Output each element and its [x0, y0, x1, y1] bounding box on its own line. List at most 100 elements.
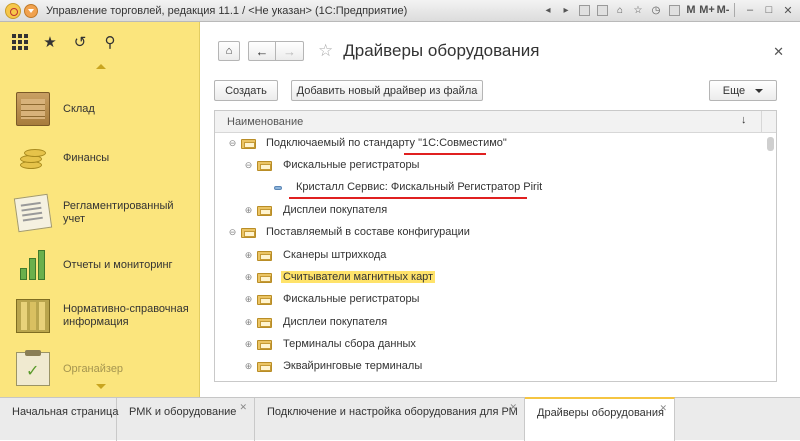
forward-arrow-icon[interactable]: ▸ — [558, 2, 574, 18]
expand-icon[interactable]: ⊕ — [244, 318, 253, 327]
expand-icon[interactable]: ⊕ — [244, 273, 253, 282]
tree-row[interactable]: ⊖ Поставляемый в составе конфигурации — [215, 222, 763, 244]
main-menu-button[interactable] — [24, 3, 38, 18]
title-bar: Управление торговлей, редакция 11.1 / <Н… — [0, 0, 800, 22]
close-tab-icon[interactable]: ✕ — [239, 402, 247, 413]
tab-home-page[interactable]: Начальная страница — [0, 398, 119, 441]
sidebar-item-warehouse[interactable]: Склад — [0, 87, 200, 131]
minimize-icon[interactable]: – — [742, 2, 758, 18]
expand-icon[interactable]: ⊕ — [244, 362, 253, 371]
sidebar-item-reference-info[interactable]: Нормативно-справочная информация — [0, 294, 200, 338]
close-form-icon[interactable]: ✕ — [773, 44, 784, 60]
folder-icon — [257, 161, 272, 171]
command-bar: Создать Добавить новый драйвер из файла … — [214, 80, 777, 102]
tab-label: Начальная страница — [12, 406, 119, 418]
row-label: Сканеры штрихкода — [283, 249, 387, 261]
sort-desc-icon[interactable]: ↓ — [741, 114, 747, 126]
tree-row[interactable]: ⊖ Фискальные регистраторы — [215, 155, 763, 177]
chart-icon — [16, 248, 50, 282]
row-label: Подключаемый по стандарту "1С:Совместимо… — [266, 137, 507, 149]
maximize-icon[interactable]: □ — [761, 2, 777, 18]
row-label: Эквайринговые терминалы — [283, 360, 423, 372]
collapse-icon[interactable]: ⊖ — [244, 161, 253, 170]
tree-row[interactable]: ⊕ Считыватели магнитных карт — [215, 267, 763, 289]
create-button[interactable]: Создать — [214, 80, 278, 101]
folder-icon — [257, 295, 272, 305]
apps-grid-icon[interactable] — [10, 32, 30, 52]
expand-icon[interactable]: ⊕ — [244, 340, 253, 349]
sidebar-item-label: Финансы — [63, 151, 110, 164]
tab-pos-equipment[interactable]: РМК и оборудование ✕ — [117, 398, 255, 441]
close-tab-icon[interactable]: ✕ — [509, 402, 517, 413]
collapse-icon[interactable]: ⊖ — [228, 139, 237, 148]
expand-icon[interactable]: ⊕ — [244, 295, 253, 304]
binders-icon — [16, 299, 50, 333]
row-label: Кристалл Сервис: Фискальный Регистратор … — [296, 181, 543, 193]
home-icon[interactable]: ⌂ — [612, 2, 628, 18]
sidebar-item-finance[interactable]: Финансы — [0, 136, 200, 180]
sidebar-toolbar: ★ ↺ ⚲ — [0, 22, 199, 62]
folder-icon — [257, 362, 272, 372]
sidebar-item-label: Органайзер — [63, 362, 124, 375]
scrollbar-thumb[interactable] — [767, 137, 774, 151]
history-icon[interactable]: ↺ — [70, 32, 90, 52]
tree-row[interactable]: Кристалл Сервис: Фискальный Регистратор … — [215, 177, 763, 199]
app-logo-icon[interactable] — [5, 2, 21, 19]
scroll-down-icon[interactable] — [96, 384, 106, 389]
back-arrow-icon[interactable]: ◂ — [540, 2, 556, 18]
add-driver-from-file-button[interactable]: Добавить новый драйвер из файла — [291, 80, 483, 101]
history-icon[interactable]: ◷ — [648, 2, 664, 18]
calculator-icon[interactable] — [666, 2, 682, 18]
sidebar-item-reports[interactable]: Отчеты и мониторинг — [0, 243, 200, 287]
warehouse-icon — [16, 92, 50, 126]
print-icon[interactable] — [576, 2, 592, 18]
tree-row[interactable]: ⊕ Сканеры штрихкода — [215, 245, 763, 267]
folder-icon — [257, 340, 272, 350]
more-button[interactable]: Еще — [709, 80, 777, 101]
sidebar-item-regulated-accounting[interactable]: Регламентированный учет — [0, 191, 200, 235]
tree-row[interactable]: ⊕ Эквайринговые терминалы — [215, 356, 763, 378]
expand-icon[interactable]: ⊕ — [244, 251, 253, 260]
tree-row[interactable]: ⊕ Фискальные регистраторы — [215, 289, 763, 311]
memory-button[interactable]: M — [684, 2, 698, 18]
annotation-underline — [289, 197, 527, 199]
copy-icon[interactable] — [594, 2, 610, 18]
table-header: Наименование ↓ — [215, 111, 776, 133]
row-label: Считыватели магнитных карт — [281, 271, 436, 283]
close-tab-icon[interactable]: ✕ — [659, 403, 667, 414]
main-panel: ⌂ ← → ☆ Драйверы оборудования ✕ Создать … — [201, 22, 800, 397]
collapse-icon[interactable]: ⊖ — [228, 228, 237, 237]
home-button[interactable]: ⌂ — [218, 41, 240, 61]
favorites-icon[interactable]: ☆ — [630, 2, 646, 18]
sections-panel: ★ ↺ ⚲ Склад Финансы Регламентированный у… — [0, 22, 200, 397]
forward-button[interactable]: → — [276, 41, 304, 61]
star-icon[interactable]: ★ — [40, 32, 60, 52]
row-label: Дисплеи покупателя — [283, 316, 388, 328]
tab-label: Подключение и настройка оборудования для… — [267, 406, 518, 418]
back-button[interactable]: ← — [248, 41, 276, 61]
more-label: Еще — [722, 84, 746, 97]
clipboard-icon — [16, 350, 50, 386]
tree-row[interactable]: ⊕ Терминалы сбора данных — [215, 334, 763, 356]
memory-plus-button[interactable]: M+ — [699, 2, 715, 18]
arrow-left-icon: ← — [255, 43, 269, 59]
tab-equipment-drivers[interactable]: Драйверы оборудования ✕ — [525, 397, 675, 441]
tree-row[interactable]: ⊕ Дисплеи покупателя — [215, 200, 763, 222]
divider — [734, 3, 735, 17]
memory-minus-button[interactable]: M- — [716, 2, 730, 18]
close-window-icon[interactable]: ✕ — [780, 2, 796, 18]
sidebar-item-label: Склад — [63, 102, 95, 115]
row-label: Фискальные регистраторы — [283, 159, 420, 171]
tree-row[interactable]: ⊕ Дисплеи покупателя — [215, 312, 763, 334]
favorite-star-icon[interactable]: ☆ — [318, 41, 333, 61]
form-header: ⌂ ← → ☆ Драйверы оборудования — [218, 41, 539, 61]
tab-equipment-setup[interactable]: Подключение и настройка оборудования для… — [255, 398, 525, 441]
page-title: Драйверы оборудования — [343, 41, 540, 60]
folder-icon — [257, 273, 272, 283]
column-header-name[interactable]: Наименование — [227, 116, 303, 128]
vertical-scrollbar[interactable] — [766, 133, 776, 381]
expand-icon[interactable]: ⊕ — [244, 206, 253, 215]
tree-row[interactable]: ⊖ Подключаемый по стандарту "1С:Совмести… — [215, 133, 763, 155]
search-icon[interactable]: ⚲ — [100, 32, 120, 52]
scroll-up-icon[interactable] — [96, 64, 106, 69]
